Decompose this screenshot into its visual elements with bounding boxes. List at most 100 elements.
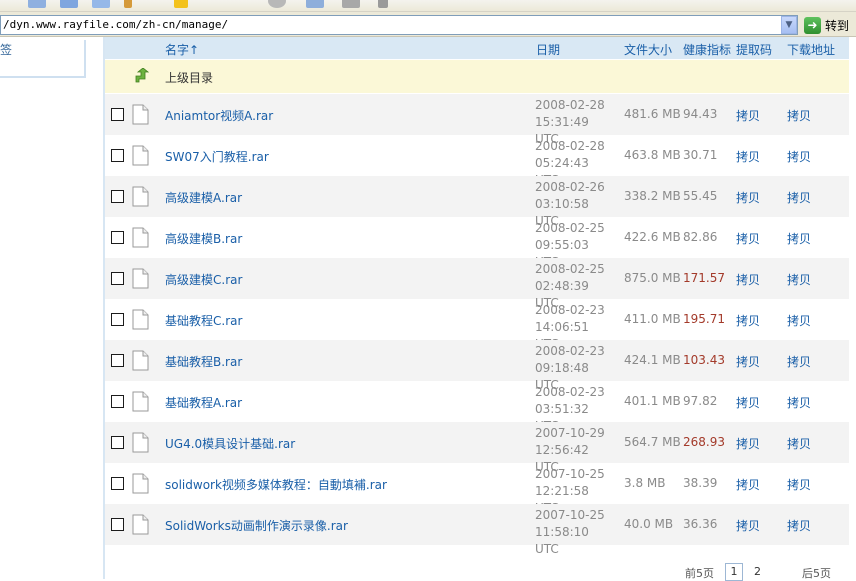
row-checkbox[interactable] xyxy=(111,436,124,449)
file-size: 424.1 MB xyxy=(624,353,681,367)
file-size: 875.0 MB xyxy=(624,271,681,285)
copy-code-link[interactable]: 拷贝 xyxy=(736,312,760,329)
toolbar-icon[interactable] xyxy=(28,0,46,8)
go-label: 转到 xyxy=(825,18,850,33)
file-date-day: 2008-02-28 xyxy=(535,98,605,112)
copy-code-link[interactable]: 拷贝 xyxy=(736,107,760,124)
column-health-header[interactable]: 健康指标 xyxy=(683,41,731,58)
file-icon xyxy=(132,432,149,453)
copy-download-link[interactable]: 拷贝 xyxy=(787,517,811,534)
file-icon xyxy=(132,104,149,125)
copy-code-link[interactable]: 拷贝 xyxy=(736,189,760,206)
parent-directory-row[interactable]: 上级目录 xyxy=(105,60,849,93)
file-icon xyxy=(132,227,149,248)
file-name-link[interactable]: SW07入门教程.rar xyxy=(165,148,269,165)
file-name-link[interactable]: 基础教程A.rar xyxy=(165,394,242,411)
copy-download-link[interactable]: 拷贝 xyxy=(787,476,811,493)
row-checkbox[interactable] xyxy=(111,395,124,408)
file-name-link[interactable]: UG4.0模具设计基础.rar xyxy=(165,435,295,452)
toolbar-icon[interactable] xyxy=(306,0,324,8)
column-date-header[interactable]: 日期 xyxy=(536,41,560,58)
table-row: SW07入门教程.rar2008-02-2805:24:43 UTC463.8 … xyxy=(105,135,849,187)
edit-icon[interactable] xyxy=(124,0,132,8)
column-code-header: 提取码 xyxy=(736,43,773,57)
row-checkbox[interactable] xyxy=(111,149,124,162)
copy-download-link[interactable]: 拷贝 xyxy=(787,271,811,288)
file-date-day: 2008-02-23 xyxy=(535,344,605,358)
row-checkbox[interactable] xyxy=(111,190,124,203)
copy-code-link[interactable]: 拷贝 xyxy=(736,230,760,247)
copy-download-link[interactable]: 拷贝 xyxy=(787,189,811,206)
row-checkbox[interactable] xyxy=(111,518,124,531)
file-name-link[interactable]: 高级建模C.rar xyxy=(165,271,242,288)
file-health: 103.43 xyxy=(683,353,725,367)
favorites-icon[interactable] xyxy=(174,0,188,8)
file-date-day: 2008-02-23 xyxy=(535,385,605,399)
toolbar-icon[interactable] xyxy=(92,0,110,8)
row-checkbox[interactable] xyxy=(111,313,124,326)
file-health: 171.57 xyxy=(683,271,725,285)
copy-code-link[interactable]: 拷贝 xyxy=(736,353,760,370)
file-size: 40.0 MB xyxy=(624,517,674,531)
toolbar-icon[interactable] xyxy=(268,0,286,8)
file-date-day: 2008-02-28 xyxy=(535,139,605,153)
file-size: 422.6 MB xyxy=(624,230,681,244)
table-row: 高级建模A.rar 2008-02-26 03:10:58 UTC 338.2 MB 5… xyxy=(105,176,849,228)
address-input[interactable]: /dyn.www.rayfile.com/zh-cn/manage/ xyxy=(0,15,798,35)
file-name-link[interactable]: SolidWorks动画制作演示录像.rar xyxy=(165,517,348,534)
row-checkbox[interactable] xyxy=(111,231,124,244)
copy-download-link[interactable]: 拷贝 xyxy=(787,107,811,124)
file-icon xyxy=(132,186,149,207)
file-icon xyxy=(132,350,149,371)
file-icon xyxy=(132,268,149,289)
file-health: 94.43 xyxy=(683,107,718,121)
copy-code-link[interactable]: 拷贝 xyxy=(736,435,760,452)
toolbar-icon[interactable] xyxy=(378,0,388,8)
address-dropdown-chevron-icon[interactable]: ▼ xyxy=(781,16,797,34)
file-name-link[interactable]: 基础教程C.rar xyxy=(165,312,242,329)
file-name-link[interactable]: 高级建模A.rar xyxy=(165,189,242,206)
column-size-header[interactable]: 文件大小 xyxy=(624,41,672,58)
up-arrow-icon xyxy=(135,68,149,83)
file-name-link[interactable]: 高级建模B.rar xyxy=(165,230,242,247)
sidebar-label[interactable]: 签 xyxy=(0,41,12,58)
toolbar-icon[interactable] xyxy=(342,0,360,8)
file-size: 463.8 MB xyxy=(624,148,681,162)
file-name-link[interactable]: solidwork视频多媒体教程：自動填補.rar xyxy=(165,476,387,493)
copy-download-link[interactable]: 拷贝 xyxy=(787,148,811,165)
go-button[interactable]: ➜ 转到 xyxy=(802,15,856,35)
copy-code-link[interactable]: 拷贝 xyxy=(736,517,760,534)
copy-code-link[interactable]: 拷贝 xyxy=(736,148,760,165)
file-name-link[interactable]: Aniamtor视频A.rar xyxy=(165,107,273,124)
file-size: 411.0 MB xyxy=(624,312,681,326)
file-health: 55.45 xyxy=(683,189,718,203)
pager-page-2[interactable]: 2 xyxy=(754,565,761,578)
pager-page-1[interactable]: 1 xyxy=(725,563,743,581)
file-name-link[interactable]: 基础教程B.rar xyxy=(165,353,242,370)
copy-download-link[interactable]: 拷贝 xyxy=(787,353,811,370)
file-date-day: 2008-02-25 xyxy=(535,221,605,235)
column-name-header[interactable]: 名字↑ xyxy=(165,41,199,58)
address-bar: /dyn.www.rayfile.com/zh-cn/manage/ ▼ ➜ 转… xyxy=(0,12,856,37)
copy-download-link[interactable]: 拷贝 xyxy=(787,394,811,411)
table-row: SolidWorks动画制作演示录像.rar 2007-10-25 11:58:10… xyxy=(105,504,849,556)
row-checkbox[interactable] xyxy=(111,272,124,285)
copy-code-link[interactable]: 拷贝 xyxy=(736,271,760,288)
row-checkbox[interactable] xyxy=(111,354,124,367)
file-size: 481.6 MB xyxy=(624,107,681,121)
copy-download-link[interactable]: 拷贝 xyxy=(787,435,811,452)
toolbar-icon[interactable] xyxy=(60,0,78,8)
file-size: 3.8 MB xyxy=(624,476,666,490)
file-size: 338.2 MB xyxy=(624,189,681,203)
row-checkbox[interactable] xyxy=(111,477,124,490)
file-health: 268.93 xyxy=(683,435,725,449)
file-date-day: 2007-10-29 xyxy=(535,426,605,440)
copy-code-link[interactable]: 拷贝 xyxy=(736,476,760,493)
copy-download-link[interactable]: 拷贝 xyxy=(787,312,811,329)
row-checkbox[interactable] xyxy=(111,108,124,121)
file-health: 38.39 xyxy=(683,476,718,490)
copy-code-link[interactable]: 拷贝 xyxy=(736,394,760,411)
file-date-day: 2008-02-23 xyxy=(535,303,605,317)
file-size: 401.1 MB xyxy=(624,394,681,408)
copy-download-link[interactable]: 拷贝 xyxy=(787,230,811,247)
